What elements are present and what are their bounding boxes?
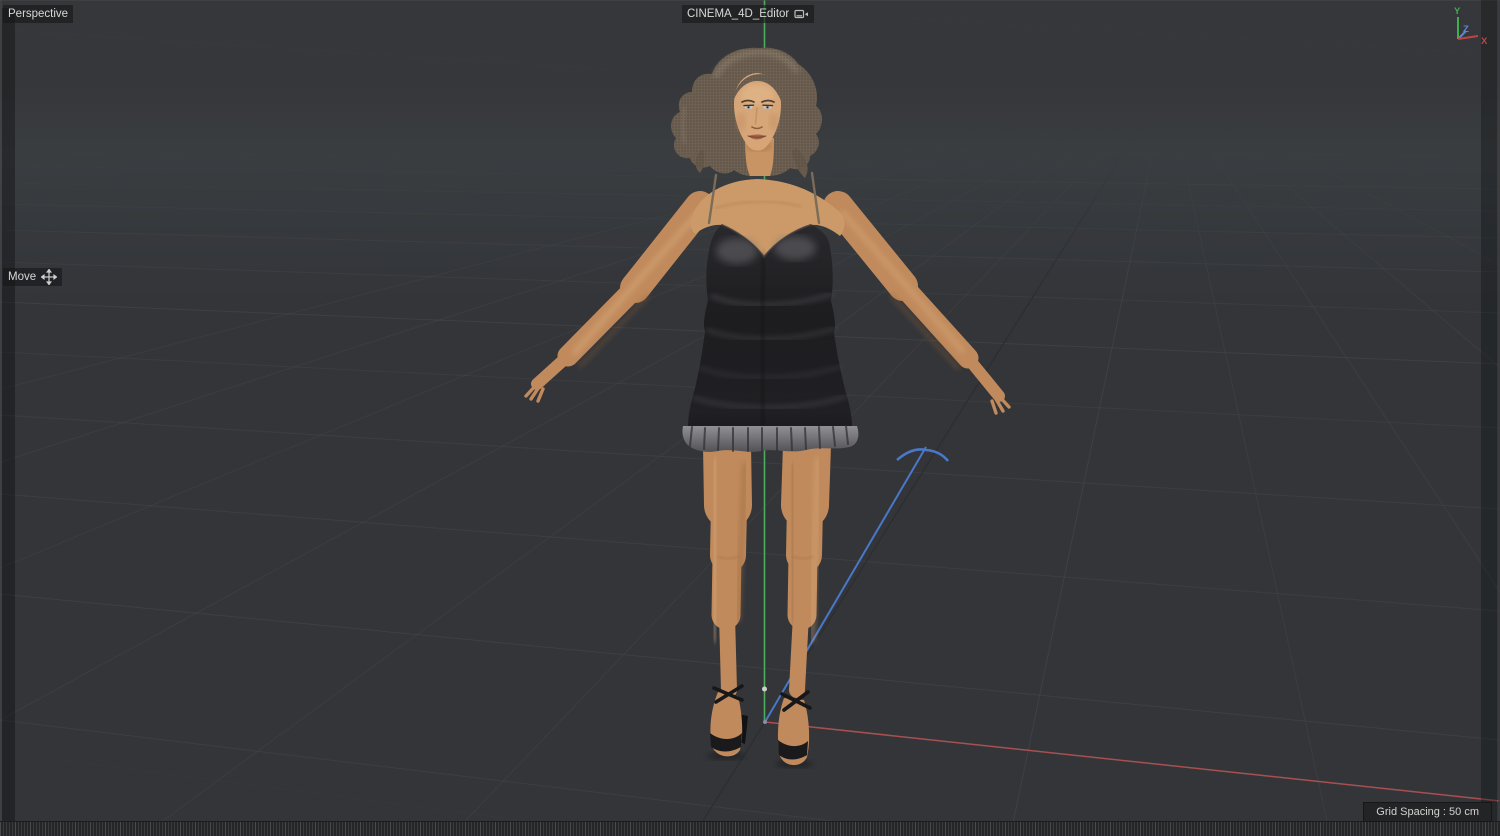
dress[interactable] [688, 224, 852, 429]
scene-canvas[interactable] [0, 0, 1500, 836]
viewport-3d[interactable]: Perspective CINEMA_4D_Editor Move Y Z X … [0, 0, 1500, 836]
grid-spacing-text: Grid Spacing : 50 cm [1376, 806, 1479, 818]
tool-label-text: Move [8, 271, 37, 283]
gizmo-handle-dot[interactable] [762, 686, 767, 692]
grid-spacing-status: Grid Spacing : 50 cm [1363, 802, 1492, 822]
editor-camera-icon [794, 9, 809, 18]
camera-label-text: CINEMA_4D_Editor [687, 8, 790, 20]
timeline-ruler[interactable] [0, 821, 1500, 836]
axis-orientation-gizmo: Y Z X [1454, 6, 1488, 47]
dress-ruffle [682, 426, 859, 452]
hud-view-label[interactable]: Perspective [3, 5, 74, 23]
move-tool-icon [41, 269, 58, 285]
hud-tool-label[interactable]: Move [3, 268, 63, 286]
hud-camera-label[interactable]: CINEMA_4D_Editor [682, 5, 815, 23]
axis-x-label: X [1481, 36, 1488, 47]
view-label-text: Perspective [8, 8, 69, 20]
gizmo-origin-dot[interactable] [763, 720, 767, 724]
axis-y-label: Y [1454, 6, 1461, 17]
